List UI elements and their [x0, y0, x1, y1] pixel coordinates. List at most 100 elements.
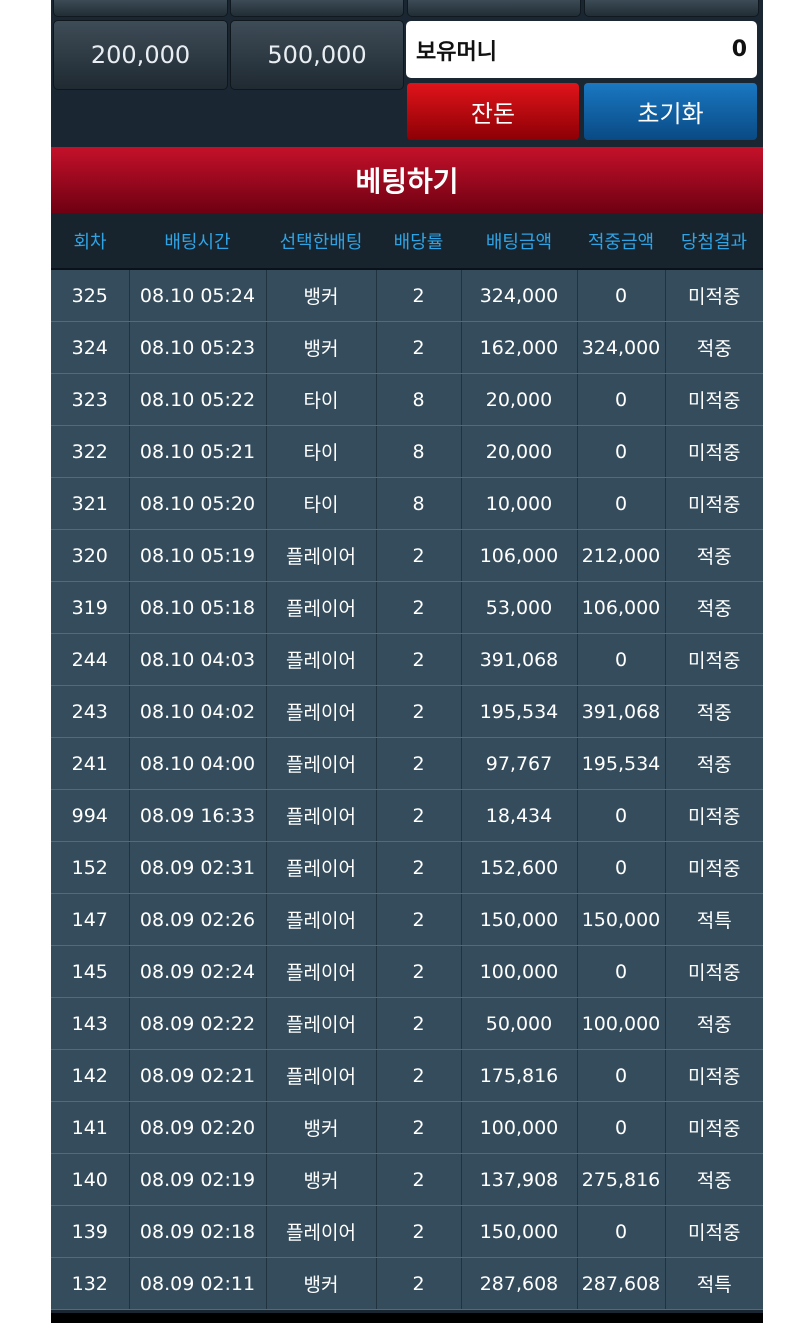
table-cell: 플레이어	[266, 685, 377, 738]
result-cell: 미적중	[665, 633, 763, 686]
bet-history-table: 회차 배팅시간 선택한배팅 배당률 배팅금액 적중금액 당첨결과 325 08.10 05:2…	[51, 213, 763, 1310]
table-cell: 플레이어	[266, 1205, 377, 1258]
table-cell: 53,000	[461, 581, 578, 634]
table-row: 147 08.09 02:26 플레이어 2 150,000 150,000 적특	[51, 893, 763, 946]
table-cell: 08.10 05:23	[129, 321, 267, 374]
table-row: 321 08.10 05:20 타이 8 10,000 0 미적중	[51, 477, 763, 530]
table-cell: 100,000	[461, 945, 578, 998]
table-cell: 325	[51, 269, 130, 322]
table-cell: 0	[577, 269, 666, 322]
table-cell: 2	[376, 633, 462, 686]
table-cell: 08.09 02:11	[129, 1257, 267, 1310]
table-cell: 162,000	[461, 321, 578, 374]
table-cell: 322	[51, 425, 130, 478]
result-cell: 적특	[665, 1257, 763, 1310]
table-cell: 20,000	[461, 373, 578, 426]
table-cell: 241	[51, 737, 130, 790]
table-cell: 152,600	[461, 841, 578, 894]
reset-button[interactable]: 초기화	[584, 83, 757, 140]
table-row: 243 08.10 04:02 플레이어 2 195,534 391,068 적중	[51, 685, 763, 738]
table-cell: 08.09 02:31	[129, 841, 267, 894]
chip-500000-button[interactable]: 500,000	[230, 20, 404, 90]
table-cell: 994	[51, 789, 130, 842]
table-cell: 324,000	[577, 321, 666, 374]
table-cell: 플레이어	[266, 893, 377, 946]
table-cell: 0	[577, 1049, 666, 1102]
table-cell: 137,908	[461, 1153, 578, 1206]
table-cell: 2	[376, 1153, 462, 1206]
table-cell: 뱅커	[266, 1101, 377, 1154]
table-cell: 2	[376, 685, 462, 738]
table-cell: 195,534	[577, 737, 666, 790]
table-cell: 391,068	[577, 685, 666, 738]
table-cell: 195,534	[461, 685, 578, 738]
table-cell: 플레이어	[266, 633, 377, 686]
table-cell: 212,000	[577, 529, 666, 582]
table-cell: 플레이어	[266, 737, 377, 790]
table-cell: 150,000	[577, 893, 666, 946]
chip-button-top-2[interactable]	[230, 0, 404, 17]
table-row: 320 08.10 05:19 플레이어 2 106,000 212,000 적중	[51, 529, 763, 582]
chip-200000-button[interactable]: 200,000	[53, 20, 228, 90]
table-row: 994 08.09 16:33 플레이어 2 18,434 0 미적중	[51, 789, 763, 842]
chip-button-top-4[interactable]	[584, 0, 759, 17]
result-cell: 미적중	[665, 1049, 763, 1102]
table-cell: 100,000	[461, 1101, 578, 1154]
result-cell: 적중	[665, 581, 763, 634]
chip-button-top-3[interactable]	[407, 0, 581, 17]
column-header: 회차	[51, 213, 129, 270]
table-cell: 150,000	[461, 893, 578, 946]
column-header: 배당률	[376, 213, 461, 270]
table-cell: 08.09 02:20	[129, 1101, 267, 1154]
table-cell: 287,608	[577, 1257, 666, 1310]
table-cell: 2	[376, 1205, 462, 1258]
table-cell: 2	[376, 737, 462, 790]
table-cell: 244	[51, 633, 130, 686]
table-cell: 100,000	[577, 997, 666, 1050]
table-cell: 08.10 05:19	[129, 529, 267, 582]
table-row: 322 08.10 05:21 타이 8 20,000 0 미적중	[51, 425, 763, 478]
table-cell: 08.09 02:19	[129, 1153, 267, 1206]
table-cell: 08.10 04:02	[129, 685, 267, 738]
table-row: 241 08.10 04:00 플레이어 2 97,767 195,534 적중	[51, 737, 763, 790]
chip-button-top-1[interactable]	[53, 0, 228, 17]
table-cell: 뱅커	[266, 269, 377, 322]
column-header: 배팅시간	[129, 213, 266, 270]
table-cell: 50,000	[461, 997, 578, 1050]
table-cell: 2	[376, 1257, 462, 1310]
table-cell: 0	[577, 789, 666, 842]
balance-button[interactable]: 잔돈	[407, 83, 579, 140]
table-cell: 175,816	[461, 1049, 578, 1102]
table-cell: 145	[51, 945, 130, 998]
result-cell: 미적중	[665, 269, 763, 322]
column-header: 적중금액	[577, 213, 665, 270]
result-cell: 미적중	[665, 789, 763, 842]
table-cell: 0	[577, 841, 666, 894]
result-cell: 미적중	[665, 1101, 763, 1154]
table-row: 132 08.09 02:11 뱅커 2 287,608 287,608 적특	[51, 1257, 763, 1310]
table-header-row: 회차 배팅시간 선택한배팅 배당률 배팅금액 적중금액 당첨결과	[51, 213, 763, 270]
table-cell: 08.10 05:21	[129, 425, 267, 478]
money-label: 보유머니	[416, 39, 497, 65]
table-cell: 플레이어	[266, 997, 377, 1050]
table-row: 152 08.09 02:31 플레이어 2 152,600 0 미적중	[51, 841, 763, 894]
table-cell: 2	[376, 269, 462, 322]
table-cell: 08.10 05:18	[129, 581, 267, 634]
table-cell: 플레이어	[266, 841, 377, 894]
bottom-edge	[51, 1313, 763, 1323]
table-cell: 2	[376, 581, 462, 634]
result-cell: 미적중	[665, 945, 763, 998]
table-cell: 150,000	[461, 1205, 578, 1258]
table-cell: 0	[577, 425, 666, 478]
result-cell: 미적중	[665, 373, 763, 426]
table-cell: 275,816	[577, 1153, 666, 1206]
result-cell: 적특	[665, 893, 763, 946]
table-cell: 321	[51, 477, 130, 530]
table-cell: 8	[376, 477, 462, 530]
table-cell: 2	[376, 529, 462, 582]
table-cell: 2	[376, 893, 462, 946]
table-cell: 08.10 04:00	[129, 737, 267, 790]
column-header: 배팅금액	[461, 213, 577, 270]
result-cell: 미적중	[665, 477, 763, 530]
table-cell: 320	[51, 529, 130, 582]
